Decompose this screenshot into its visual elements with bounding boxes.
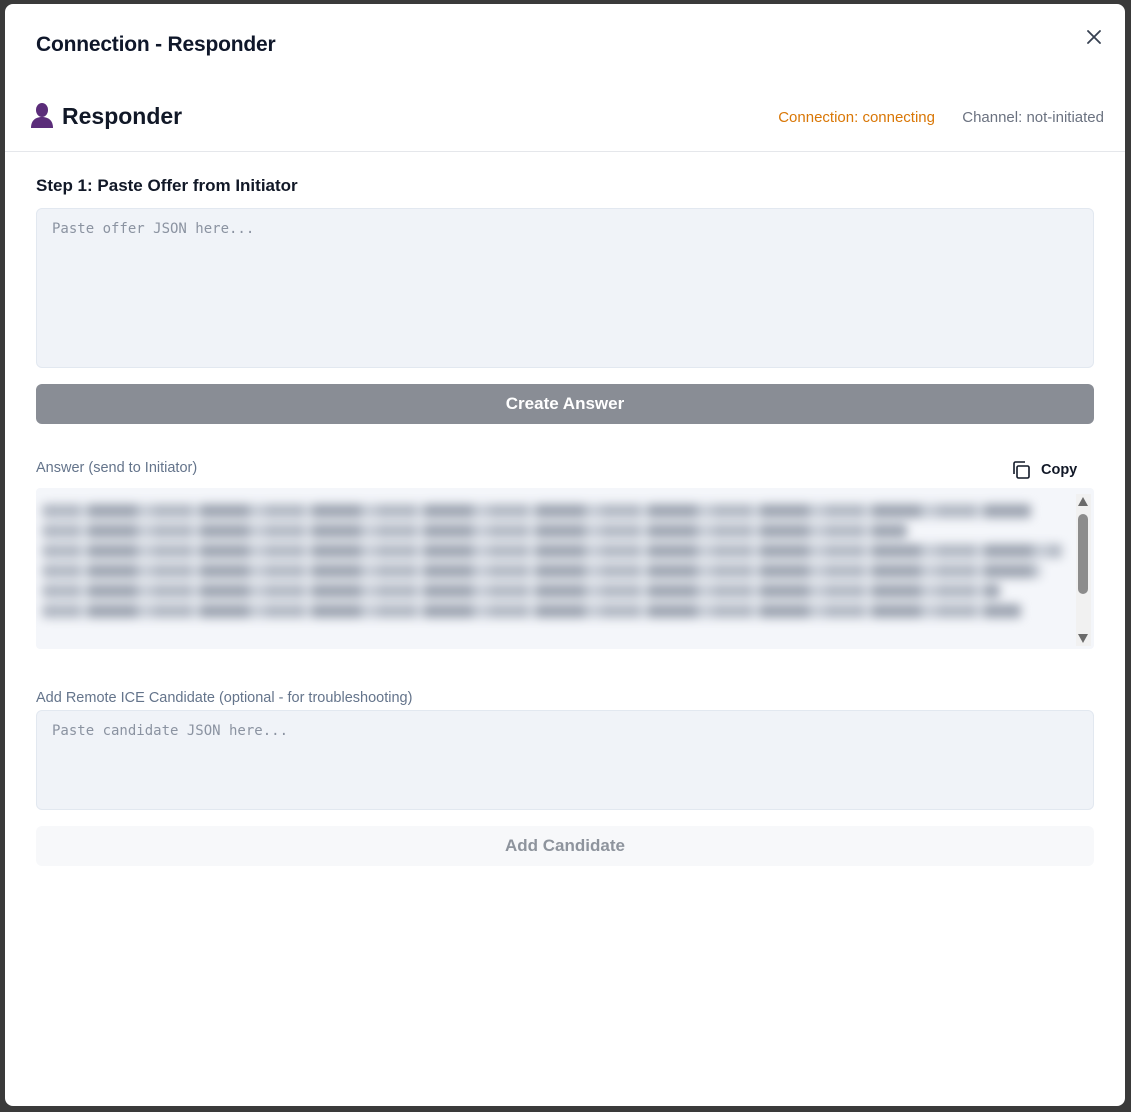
- answer-blurred-content: [42, 498, 1072, 643]
- copy-button[interactable]: Copy: [1011, 458, 1093, 482]
- scroll-thumb[interactable]: [1078, 514, 1088, 594]
- channel-status: Channel: not-initiated: [962, 109, 1104, 126]
- copy-label: Copy: [1041, 462, 1078, 478]
- connection-dialog: Connection - Responder Responder Connect…: [5, 4, 1125, 1106]
- scroll-up-arrow-icon[interactable]: [1078, 497, 1088, 506]
- offer-input[interactable]: [36, 208, 1094, 368]
- close-icon: [1087, 30, 1101, 44]
- scroll-down-arrow-icon[interactable]: [1078, 634, 1088, 643]
- close-button[interactable]: [1081, 24, 1107, 50]
- add-candidate-button[interactable]: Add Candidate: [36, 826, 1094, 866]
- ice-candidate-label: Add Remote ICE Candidate (optional - for…: [36, 690, 413, 706]
- answer-output[interactable]: [36, 488, 1094, 649]
- answer-scrollbar[interactable]: [1076, 494, 1091, 646]
- copy-icon: [1013, 461, 1030, 479]
- user-silhouette-icon: [31, 103, 53, 128]
- connection-status: Connection: connecting: [778, 109, 935, 126]
- role-title: Responder: [62, 103, 183, 129]
- dialog-title: Connection - Responder: [36, 33, 276, 56]
- create-answer-button[interactable]: Create Answer: [36, 384, 1094, 424]
- step1-title: Step 1: Paste Offer from Initiator: [36, 176, 298, 195]
- role-header: Responder Connection: connecting Channel…: [5, 90, 1125, 152]
- candidate-input[interactable]: [36, 710, 1094, 810]
- answer-label: Answer (send to Initiator): [36, 460, 198, 476]
